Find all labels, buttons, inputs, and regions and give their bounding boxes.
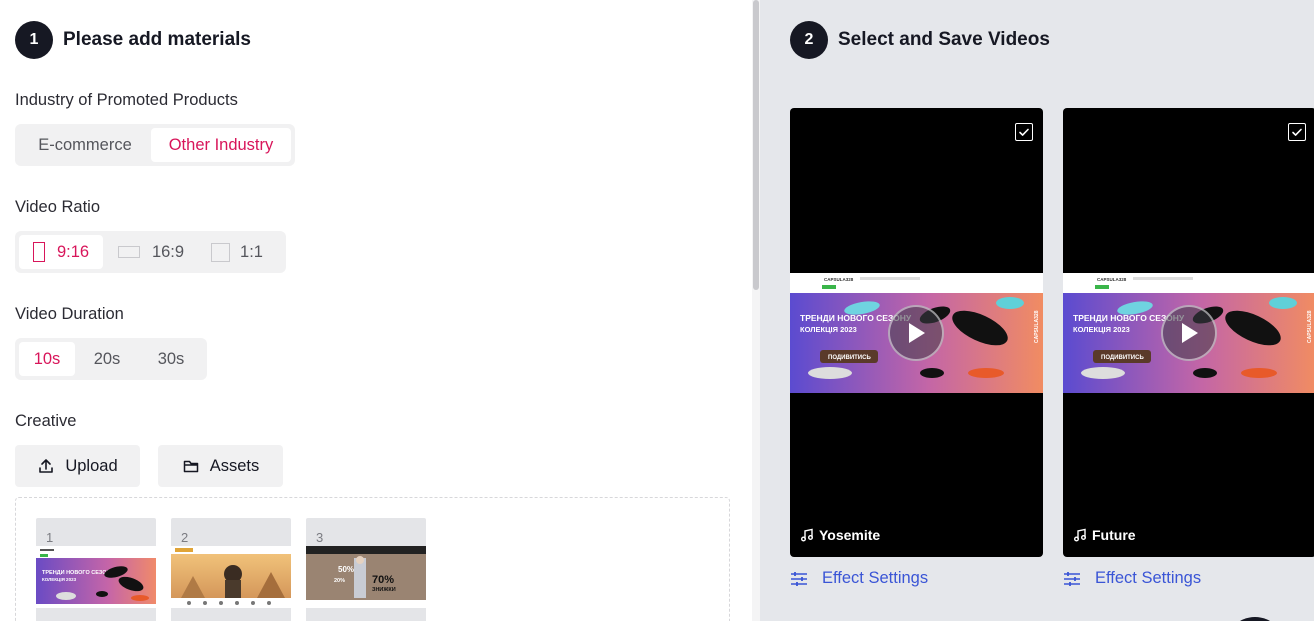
effect-settings-label: Effect Settings (1095, 569, 1202, 587)
ratio-option-label: 9:16 (56, 242, 90, 261)
thumbnail-promo-3: 70% (372, 574, 394, 586)
square-ratio-icon (211, 242, 231, 262)
video-duration-selector: 10s 20s 30s (15, 338, 207, 380)
upload-button[interactable]: Upload (15, 445, 140, 487)
industry-option-ecommerce[interactable]: E-commerce (19, 128, 151, 162)
sliders-icon (791, 571, 807, 586)
step-2-title: Select and Save Videos (838, 29, 1050, 50)
play-button[interactable] (1161, 305, 1217, 361)
step-1-header: 1 Please add materials (15, 21, 251, 59)
duration-option-30s[interactable]: 30s (139, 342, 203, 376)
thumbnail-image: 50% 20% 70% ЗНИЖКИ (306, 546, 426, 608)
thumbnail-promo-4: ЗНИЖКИ (372, 587, 396, 593)
portrait-ratio-icon (32, 242, 45, 262)
step-1-title: Please add materials (63, 29, 251, 50)
step-2-header: 2 Select and Save Videos (790, 21, 1050, 59)
ratio-option-16-9[interactable]: 16:9 (103, 235, 199, 269)
play-icon (909, 323, 925, 343)
effect-settings-label: Effect Settings (822, 569, 929, 587)
video-card[interactable]: CAPSULA328 ТРЕНДИ НОВОГО СЕЗОНУ КОЛЕКЦІЯ… (1063, 108, 1314, 557)
thumbnail-promo-1: 50% (338, 565, 354, 574)
ratio-option-9-16[interactable]: 9:16 (19, 235, 103, 269)
music-track-name: Yosemite (819, 527, 881, 543)
industry-selector: E-commerce Other Industry (15, 124, 295, 166)
thumbnail-banner-title: ТРЕНДИ НОВОГО СЕЗОНУ (42, 570, 115, 576)
folder-icon (183, 460, 198, 473)
duration-option-10s[interactable]: 10s (19, 342, 75, 376)
music-track: Yosemite (800, 527, 880, 543)
industry-option-other[interactable]: Other Industry (151, 128, 291, 162)
ratio-option-label: 16:9 (151, 242, 185, 261)
music-note-icon (1074, 528, 1086, 542)
video-banner-cta: ПОДИВИТИСЬ (828, 355, 871, 361)
video-banner-subtitle: КОЛЕКЦІЯ 2023 (800, 325, 857, 334)
video-banner-side-brand: CAPSULA328 (1307, 310, 1313, 343)
video-card[interactable]: CAPSULA328 ТРЕНДИ НОВОГО СЕЗОНУ КОЛЕКЦІЯ… (790, 108, 1043, 557)
music-track: Future (1073, 527, 1136, 543)
check-icon (1292, 128, 1302, 136)
thumbnail-index: 3 (316, 530, 324, 545)
creative-label: Creative (15, 412, 77, 430)
ratio-option-1-1[interactable]: 1:1 (199, 235, 275, 269)
videos-panel: 2 Select and Save Videos CAPSULA328 ТРЕН… (760, 0, 1314, 621)
upload-icon (39, 459, 54, 473)
landscape-ratio-icon (117, 246, 140, 258)
step-1-badge: 1 (15, 21, 53, 59)
video-banner-cta: ПОДИВИТИСЬ (1101, 355, 1144, 361)
thumbnail-image: ТРЕНДИ НОВОГО СЕЗОНУ КОЛЕКЦІЯ 2023 (36, 546, 156, 608)
video-banner-brand: CAPSULA328 (824, 277, 854, 282)
music-track-name: Future (1092, 527, 1136, 543)
creative-thumbnail[interactable]: 1 ТРЕНДИ НОВОГО СЕЗОНУ КОЛЕКЦІЯ 2023 (36, 518, 156, 621)
video-ratio-selector: 9:16 16:9 1:1 (15, 231, 286, 273)
duration-option-20s[interactable]: 20s (75, 342, 139, 376)
play-button[interactable] (888, 305, 944, 361)
step-2-badge: 2 (790, 21, 828, 59)
effect-settings-link[interactable]: Effect Settings (790, 569, 928, 588)
video-select-checkbox[interactable] (1288, 123, 1306, 141)
effect-settings-link[interactable]: Effect Settings (1063, 569, 1201, 588)
assets-button[interactable]: Assets (158, 445, 283, 487)
sliders-icon (1064, 571, 1080, 586)
thumbnail-index: 2 (181, 530, 189, 545)
play-icon (1182, 323, 1198, 343)
thumbnail-banner-subtitle: КОЛЕКЦІЯ 2023 (42, 577, 77, 582)
check-icon (1019, 128, 1029, 136)
thumbnail-index: 1 (46, 530, 54, 545)
left-scrollbar-thumb[interactable] (753, 0, 759, 290)
video-banner-subtitle: КОЛЕКЦІЯ 2023 (1073, 325, 1130, 334)
video-select-checkbox[interactable] (1015, 123, 1033, 141)
materials-panel: 1 Please add materials Industry of Promo… (0, 0, 752, 621)
upload-label: Upload (65, 456, 118, 475)
creative-thumbnail[interactable]: 2 (171, 518, 291, 621)
video-banner-side-brand: CAPSULA328 (1034, 310, 1040, 343)
ratio-option-label: 1:1 (240, 242, 263, 261)
thumbnail-promo-2: 20% (334, 578, 345, 584)
floating-action-button[interactable] (1225, 617, 1285, 621)
video-ratio-label: Video Ratio (15, 198, 101, 216)
creative-thumbnail[interactable]: 3 50% 20% 70% ЗНИЖКИ (306, 518, 426, 621)
thumbnail-image (171, 546, 291, 608)
music-note-icon (801, 528, 813, 542)
video-duration-label: Video Duration (15, 305, 124, 323)
industry-label: Industry of Promoted Products (15, 91, 238, 109)
assets-label: Assets (209, 456, 260, 475)
video-banner-brand: CAPSULA328 (1097, 277, 1127, 282)
